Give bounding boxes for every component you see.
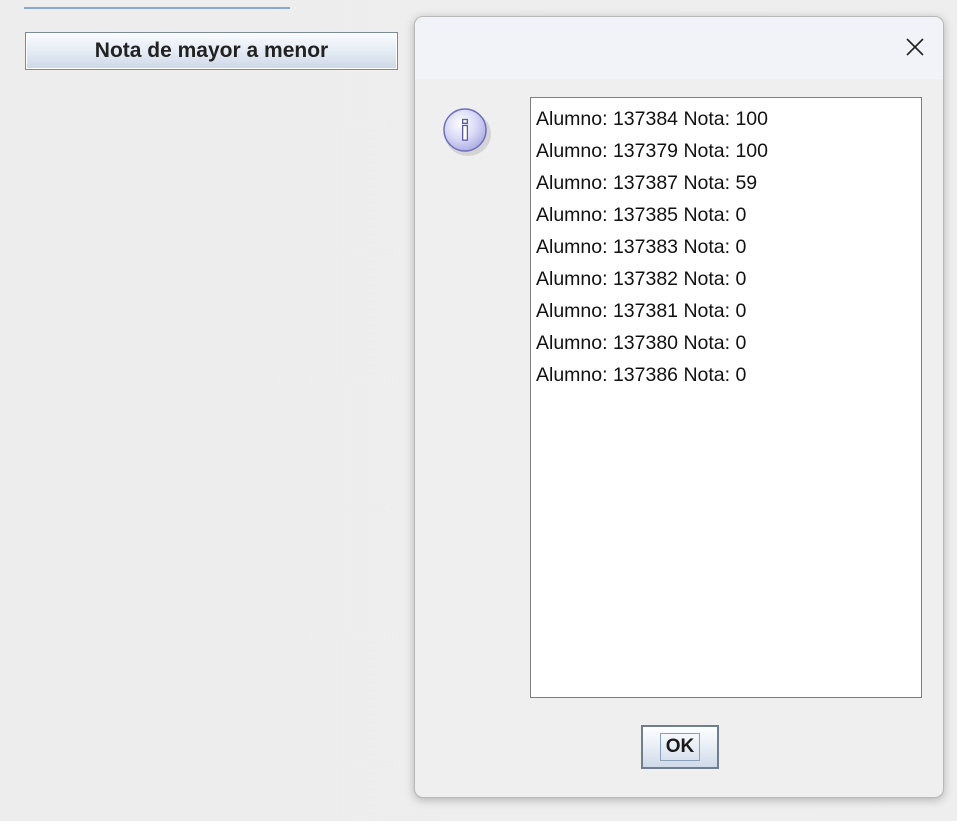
message-line: Alumno: 137379 Nota: 100 [536,140,769,162]
message-line: Alumno: 137380 Nota: 0 [536,332,747,354]
message-line: Alumno: 137385 Nota: 0 [536,204,747,226]
ok-button-label: OK [659,733,701,761]
message-line: Alumno: 137387 Nota: 59 [536,172,758,194]
message-line: Alumno: 137383 Nota: 0 [536,236,747,258]
dialog-titlebar [415,17,943,79]
close-button[interactable] [901,33,929,61]
close-icon [906,38,924,56]
top-strip-divider [24,0,290,9]
message-line: Alumno: 137382 Nota: 0 [536,268,747,290]
info-icon: i [443,108,491,156]
message-text-area: Alumno: 137384 Nota: 100 Alumno: 137379 … [530,97,922,698]
app-window: Nota de mayor a menor i Alumno: 137384 N [0,0,957,821]
message-line: Alumno: 137381 Nota: 0 [536,300,747,322]
sort-grade-desc-button[interactable]: Nota de mayor a menor [25,32,398,70]
message-dialog: i Alumno: 137384 Nota: 100 Alumno: 13737… [414,16,944,798]
ok-button[interactable]: OK [641,725,719,769]
message-line: Alumno: 137384 Nota: 100 [536,108,769,130]
svg-text:i: i [460,116,469,147]
message-line: Alumno: 137386 Nota: 0 [536,364,747,386]
